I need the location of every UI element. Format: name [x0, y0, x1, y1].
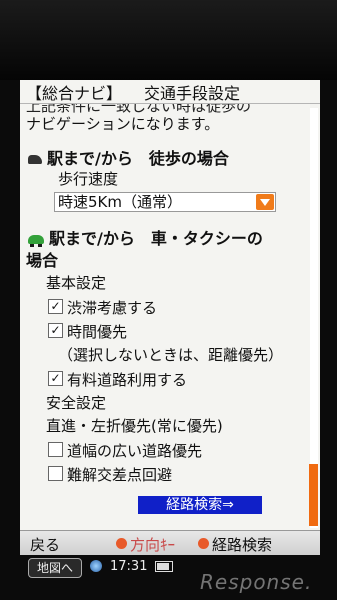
page-title: 交通手段設定	[144, 83, 241, 103]
walk-section-title: 駅まで/から 徒歩の場合	[47, 149, 229, 168]
wide-road-label: 道幅の広い道路優先	[67, 442, 203, 460]
softkey-bar: 戻る 方向ｷｰ 経路検索	[20, 530, 320, 555]
car-icon	[28, 235, 44, 247]
wide-road-checkbox[interactable]	[48, 442, 63, 457]
option-toll-road[interactable]: ✓ 有料道路利用する	[48, 369, 187, 390]
globe-icon	[90, 560, 102, 572]
app-title: 【総合ナビ】	[26, 83, 123, 103]
avoid-intersection-label: 難解交差点回避	[67, 466, 173, 484]
walk-section-heading: 駅まで/から 徒歩の場合	[28, 145, 229, 169]
response-watermark: Response.	[200, 570, 313, 594]
route-search-softkey-label: 経路検索	[212, 536, 273, 554]
direction-softkey[interactable]: 方向ｷｰ	[116, 534, 175, 555]
map-button[interactable]: 地図へ	[28, 558, 82, 578]
safety-settings-label: 安全設定	[46, 394, 107, 412]
walk-speed-value: 時速5Km（通常）	[58, 193, 182, 211]
select-key-icon	[198, 538, 209, 549]
option-time-priority[interactable]: ✓ 時間優先	[48, 321, 127, 342]
time-priority-note: （選択しないときは、距離優先）	[58, 346, 284, 364]
app-screen: 【総合ナビ】 交通手段設定 上記条件に一致しない時は徒歩の ナビゲーションになり…	[20, 80, 320, 555]
option-wide-road[interactable]: 道幅の広い道路優先	[48, 440, 202, 461]
car-section-title-line1: 駅まで/から 車・タクシーの	[49, 229, 263, 248]
back-softkey[interactable]: 戻る	[30, 534, 60, 555]
walk-speed-select[interactable]: 時速5Km（通常）	[54, 192, 276, 212]
time-priority-label: 時間優先	[67, 323, 128, 341]
car-section-heading: 駅まで/から 車・タクシーの	[28, 225, 263, 249]
clock: 17:31	[110, 559, 148, 574]
traffic-label: 渋滞考慮する	[67, 299, 158, 317]
time-priority-checkbox[interactable]: ✓	[48, 323, 63, 338]
direction-key-icon	[116, 538, 127, 549]
chevron-down-icon[interactable]	[256, 194, 274, 210]
traffic-checkbox[interactable]: ✓	[48, 299, 63, 314]
route-search-softkey[interactable]: 経路検索	[198, 534, 272, 555]
phone-bezel-top	[0, 0, 337, 80]
battery-icon	[155, 561, 173, 572]
basic-settings-label: 基本設定	[46, 274, 107, 292]
train-icon	[28, 155, 42, 164]
title-bar: 【総合ナビ】 交通手段設定	[20, 80, 320, 104]
straight-left-priority: 直進・左折優先(常に優先)	[46, 417, 223, 435]
scrollbar-thumb[interactable]	[309, 464, 318, 526]
avoid-intersection-checkbox[interactable]	[48, 466, 63, 481]
toll-road-checkbox[interactable]: ✓	[48, 371, 63, 386]
option-avoid-intersection[interactable]: 難解交差点回避	[48, 464, 172, 485]
option-traffic[interactable]: ✓ 渋滞考慮する	[48, 297, 157, 318]
walk-speed-label: 歩行速度	[58, 170, 119, 188]
car-section-title-line2: 場合	[26, 251, 59, 270]
toll-road-label: 有料道路利用する	[67, 371, 188, 389]
settings-content: 上記条件に一致しない時は徒歩の ナビゲーションになります。 駅まで/から 徒歩の…	[20, 104, 308, 529]
phone-status-bar: 地図へ 17:31	[28, 558, 208, 578]
direction-softkey-label: 方向ｷｰ	[130, 536, 176, 554]
route-search-button[interactable]: 経路検索⇒	[138, 496, 262, 514]
intro-text-line2: ナビゲーションになります。	[26, 115, 220, 133]
